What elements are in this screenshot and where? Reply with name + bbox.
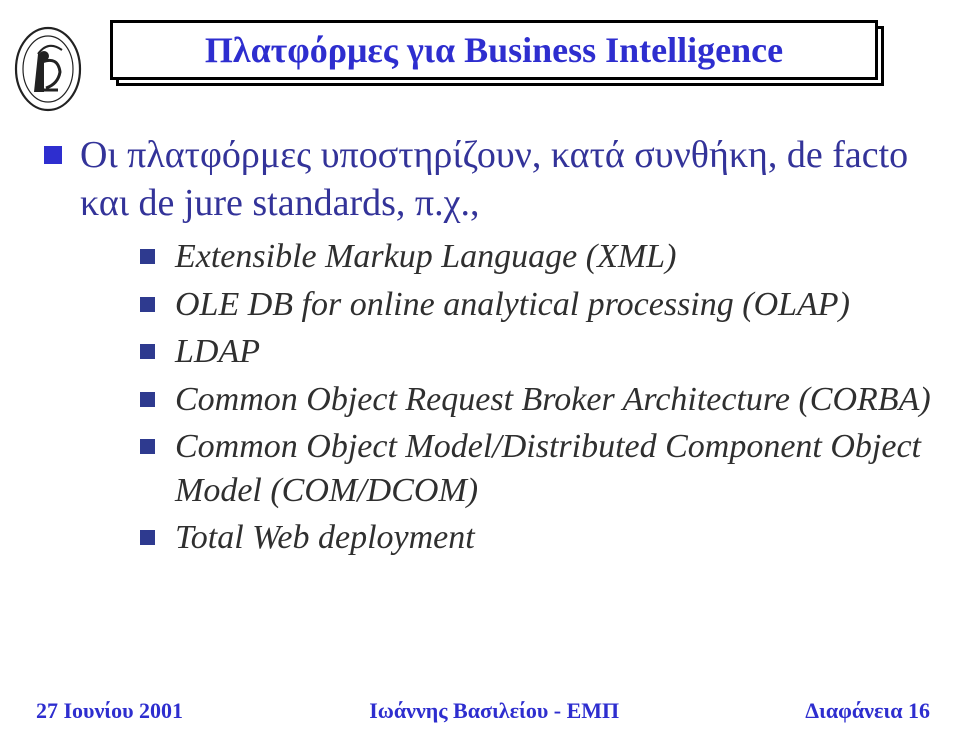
square-bullet-icon <box>140 249 155 264</box>
square-bullet-icon <box>140 297 155 312</box>
square-bullet-icon <box>140 344 155 359</box>
footer-date: 27 Ιουνίου 2001 <box>36 698 183 724</box>
university-seal-icon <box>14 26 82 112</box>
bullet-level2: Common Object Model/Distributed Componen… <box>140 425 936 512</box>
sub-bullet-text: LDAP <box>175 330 260 374</box>
logo-container <box>14 26 82 117</box>
bullet-level1: Οι πλατφόρμες υποστηρίζουν, κατά συνθήκη… <box>44 132 936 227</box>
sub-bullet-list: Extensible Markup Language (XML) OLE DB … <box>140 235 936 560</box>
square-bullet-icon <box>44 146 62 164</box>
sub-bullet-text: OLE DB for online analytical processing … <box>175 283 850 327</box>
sub-bullet-text: Extensible Markup Language (XML) <box>175 235 676 279</box>
bullet-level2: LDAP <box>140 330 936 374</box>
square-bullet-icon <box>140 392 155 407</box>
square-bullet-icon <box>140 439 155 454</box>
sub-bullet-text: Total Web deployment <box>175 516 475 560</box>
title-box: Πλατφόρμες για Business Intelligence <box>110 20 878 80</box>
footer-author: Ιωάννης Βασιλείου - ΕΜΠ <box>369 698 619 724</box>
slide: Πλατφόρμες για Business Intelligence Οι … <box>0 0 960 740</box>
title-front: Πλατφόρμες για Business Intelligence <box>110 20 878 80</box>
footer: 27 Ιουνίου 2001 Ιωάννης Βασιλείου - ΕΜΠ … <box>0 698 960 724</box>
sub-bullet-text: Common Object Model/Distributed Componen… <box>175 425 936 512</box>
square-bullet-icon <box>140 530 155 545</box>
bullet-level2: Extensible Markup Language (XML) <box>140 235 936 279</box>
sub-bullet-text: Common Object Request Broker Architectur… <box>175 378 931 422</box>
footer-slide-number: Διαφάνεια 16 <box>805 698 930 724</box>
bullet-level2: Total Web deployment <box>140 516 936 560</box>
content-area: Οι πλατφόρμες υποστηρίζουν, κατά συνθήκη… <box>44 132 936 560</box>
bullet-level2: Common Object Request Broker Architectur… <box>140 378 936 422</box>
slide-title: Πλατφόρμες για Business Intelligence <box>123 29 865 71</box>
bullet-main-text: Οι πλατφόρμες υποστηρίζουν, κατά συνθήκη… <box>80 132 936 227</box>
bullet-level2: OLE DB for online analytical processing … <box>140 283 936 327</box>
